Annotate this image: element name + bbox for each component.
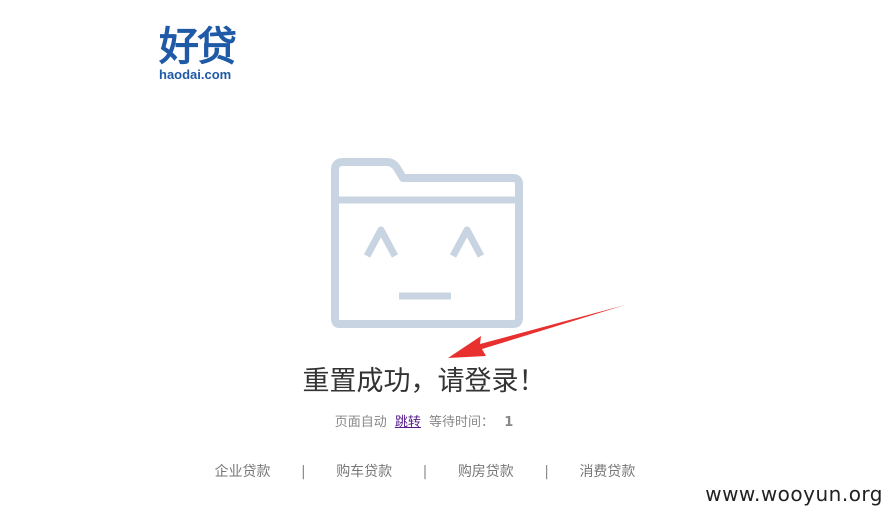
success-headline: 重置成功，请登录！ (302, 366, 546, 397)
footer-separator: | (301, 464, 306, 480)
wait-time-label: 等待时间： (429, 415, 495, 430)
footer-link-consumer-loan[interactable]: 消费贷款 (579, 464, 635, 480)
logo-name-cn: 好贷 (159, 24, 237, 70)
countdown-value: 1 (504, 415, 514, 430)
redirect-notice: 页面自动 跳转 等待时间： 1 (0, 412, 848, 434)
footer-separator: | (422, 464, 428, 480)
footer-link-enterprise-loan[interactable]: 企业贷款 (215, 464, 271, 480)
haodai-logo[interactable]: 好贷 haodai.com (159, 26, 249, 82)
page: 好贷 haodai.com 重置成功，请登录！ 页面自动 跳转 等待时间： 1 … (0, 0, 892, 522)
jump-link[interactable]: 跳转 (395, 415, 421, 430)
footer-separator: | (544, 464, 549, 480)
footer-link-house-loan[interactable]: 购房贷款 (458, 464, 514, 480)
auto-redirect-label: 页面自动 (334, 415, 387, 430)
red-arrow-icon (448, 305, 625, 358)
watermark: www.wooyun.org (705, 482, 883, 506)
footer-link-car-loan[interactable]: 购车贷款 (336, 464, 392, 480)
logo-domain: haodai.com (159, 67, 232, 82)
